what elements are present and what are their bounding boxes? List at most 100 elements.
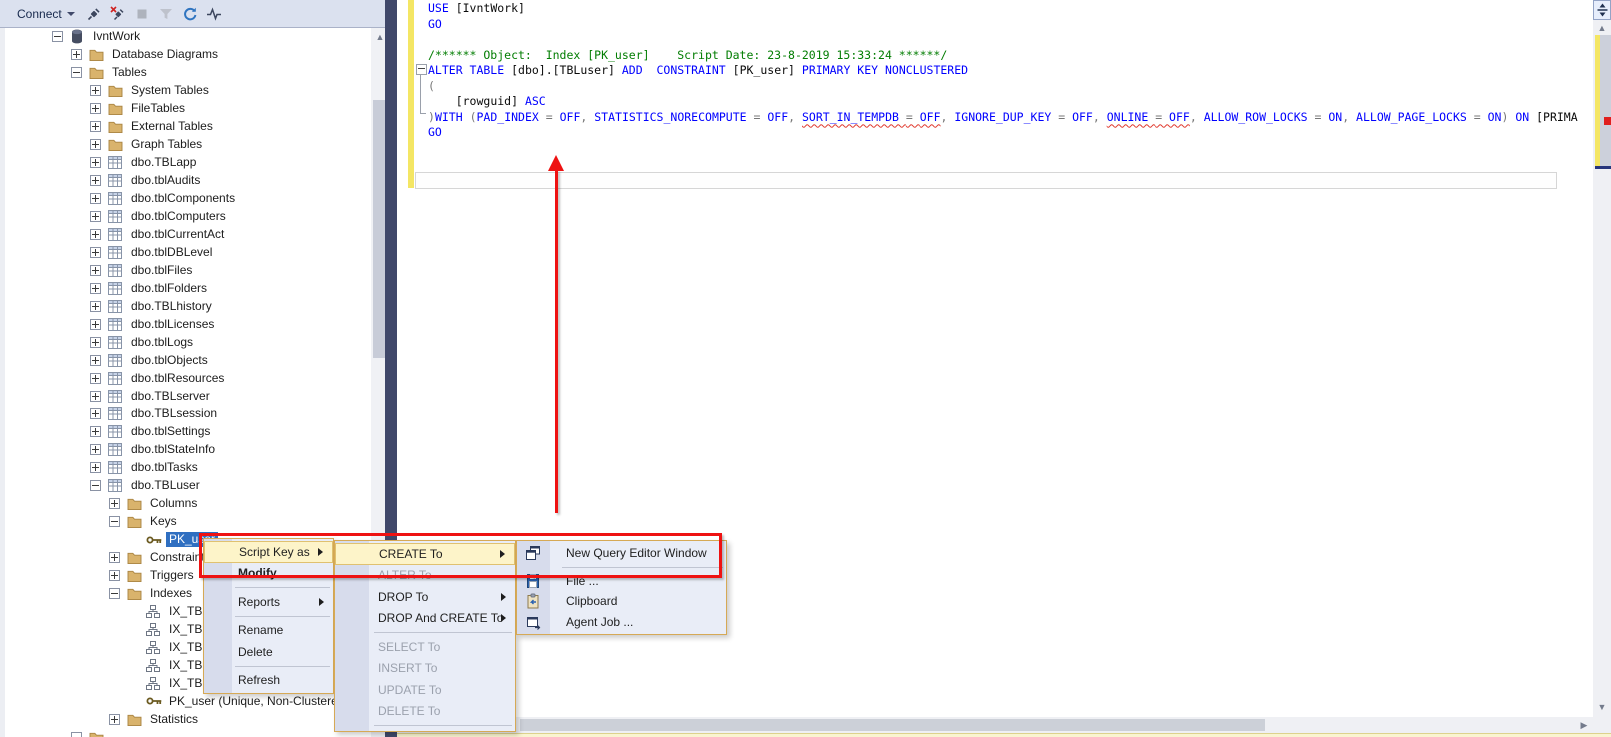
tree-item-dbo-tblcomputers[interactable]: dbo.tblComputers [5, 208, 371, 226]
tree-item-dbo-tblaudits[interactable]: dbo.tblAudits [5, 172, 371, 190]
tree-item-keys[interactable]: Keys [5, 513, 371, 531]
scroll-up-icon[interactable]: ▲ [1593, 21, 1611, 35]
tree-item-dbo-tblfolders[interactable]: dbo.tblFolders [5, 279, 371, 297]
ssms-window: Connect IvntWorkDatabase DiagramsTablesS… [0, 0, 1611, 737]
tree-item-external-tables[interactable]: External Tables [5, 118, 371, 136]
expander-plus-icon[interactable] [90, 355, 101, 366]
menu-item-delete[interactable]: Delete [204, 641, 333, 663]
scrollbar-caret-marker [1595, 166, 1611, 169]
scrollbar-thumb[interactable] [1600, 35, 1611, 168]
tree-item-dbo-tblserver[interactable]: dbo.TBLserver [5, 387, 371, 405]
editor-splitter-grip[interactable] [1593, 0, 1611, 20]
tree-item-dbo-tblresources[interactable]: dbo.tblResources [5, 369, 371, 387]
tree-item-graph-tables[interactable]: Graph Tables [5, 136, 371, 154]
expander-plus-icon[interactable] [90, 103, 101, 114]
expander-minus-icon[interactable] [71, 67, 82, 78]
tree-item-pk-user-unique-non-clustered[interactable]: PK_user (Unique, Non-Clustered) [5, 692, 371, 710]
expander-plus-icon[interactable] [90, 85, 101, 96]
expander-plus-icon[interactable] [90, 283, 101, 294]
expander-plus-icon[interactable] [90, 193, 101, 204]
tree-item-statistics[interactable]: Statistics [5, 710, 371, 728]
expander-plus-icon[interactable] [90, 319, 101, 330]
expander-plus-icon[interactable] [90, 139, 101, 150]
tree-item-filetables[interactable]: FileTables [5, 100, 371, 118]
tree-item-dbo-tblstateinfo[interactable]: dbo.tblStateInfo [5, 441, 371, 459]
tree-item-dbo-tblsettings[interactable]: dbo.tblSettings [5, 423, 371, 441]
scroll-down-icon[interactable]: ▼ [1593, 700, 1611, 714]
tree-item-dbo-tblfiles[interactable]: dbo.tblFiles [5, 261, 371, 279]
tree-item-dbo-tblcomponents[interactable]: dbo.tblComponents [5, 190, 371, 208]
activity-monitor-button[interactable] [203, 2, 226, 25]
connect-button[interactable]: Connect [10, 4, 82, 24]
clipboard-icon [525, 593, 543, 609]
menu-item-clipboard[interactable]: Clipboard [517, 591, 726, 612]
expander-plus-icon[interactable] [90, 211, 101, 222]
annotation-arrow [555, 170, 558, 513]
expander-plus-icon[interactable] [109, 570, 120, 581]
tree-item-ivntwork[interactable]: IvntWork [5, 28, 371, 46]
tree-item-label: FileTables [128, 101, 188, 116]
expander-plus-icon[interactable] [90, 301, 101, 312]
folder-icon [127, 551, 144, 564]
expander-plus-icon[interactable] [90, 426, 101, 437]
expander-minus-icon[interactable] [52, 31, 63, 42]
change-tracking-bar [408, 0, 414, 188]
expander-plus-icon[interactable] [90, 408, 101, 419]
connect-button[interactable] [83, 2, 106, 25]
menu-item-agent-job[interactable]: Agent Job ... [517, 612, 726, 633]
tree-item-database-diagrams[interactable]: Database Diagrams [5, 46, 371, 64]
expander-plus-icon[interactable] [90, 391, 101, 402]
filter-button [155, 2, 178, 25]
tree-item-columns[interactable]: Columns [5, 495, 371, 513]
expander-plus-icon[interactable] [90, 265, 101, 276]
tree-item-dbo-tbltasks[interactable]: dbo.tblTasks [5, 459, 371, 477]
tree-item-dbo-tbllogs[interactable]: dbo.tblLogs [5, 333, 371, 351]
editor-horizontal-scrollbar[interactable]: ▶ [397, 717, 1593, 733]
expander-plus-icon[interactable] [90, 247, 101, 258]
tree-item-dbo-tblhistory[interactable]: dbo.TBLhistory [5, 297, 371, 315]
scroll-right-icon[interactable]: ▶ [1577, 718, 1591, 732]
table-icon [108, 282, 125, 295]
expander-plus-icon[interactable] [90, 373, 101, 384]
stop-button [131, 2, 154, 25]
tree-item-dbo-tbldblevel[interactable]: dbo.tblDBLevel [5, 243, 371, 261]
menu-item-reports[interactable]: Reports [204, 591, 333, 613]
expander-plus-icon[interactable] [109, 498, 120, 509]
refresh-button[interactable] [179, 2, 202, 25]
editor-vertical-scrollbar[interactable]: ▲ ▼ [1593, 0, 1611, 737]
scrollbar-thumb[interactable] [520, 719, 1265, 731]
tree-item-dbo-tblobjects[interactable]: dbo.tblObjects [5, 351, 371, 369]
expander-plus-icon[interactable] [90, 157, 101, 168]
expander-minus-icon[interactable] [109, 516, 120, 527]
menu-item-refresh[interactable]: Refresh [204, 670, 333, 692]
tree-item-dbo-tbllicenses[interactable]: dbo.tblLicenses [5, 315, 371, 333]
expander-minus-icon[interactable] [109, 588, 120, 599]
tree-item-dbo-tblapp[interactable]: dbo.TBLapp [5, 154, 371, 172]
disconnect-button[interactable] [107, 2, 130, 25]
expander-minus-icon[interactable] [71, 732, 82, 737]
expander-plus-icon[interactable] [90, 121, 101, 132]
menu-item-drop-to[interactable]: DROP To [335, 586, 515, 608]
tree-item-dbo-tblcurrentact[interactable]: dbo.tblCurrentAct [5, 225, 371, 243]
folder-icon [127, 713, 144, 726]
tree-item-tables[interactable]: Tables [5, 64, 371, 82]
expander-plus-icon[interactable] [90, 229, 101, 240]
menu-item-label: SELECT To [378, 640, 440, 654]
sql-code[interactable]: USE [IvntWork]GO /****** Object: Index [… [428, 1, 1578, 141]
menu-item-label: DELETE To [378, 704, 440, 718]
expander-plus-icon[interactable] [109, 552, 120, 563]
tree-item-dbo-tbluser[interactable]: dbo.TBLuser [5, 477, 371, 495]
expander-plus-icon[interactable] [90, 337, 101, 348]
code-outline-collapse-icon[interactable] [416, 64, 427, 75]
tree-item-dbo-tblsession[interactable]: dbo.TBLsession [5, 405, 371, 423]
expander-plus-icon[interactable] [109, 714, 120, 725]
expander-plus-icon[interactable] [90, 444, 101, 455]
tree-item-blank[interactable] [5, 728, 371, 737]
expander-plus-icon[interactable] [90, 462, 101, 473]
menu-item-drop-and-create-to[interactable]: DROP And CREATE To [335, 608, 515, 630]
expander-minus-icon[interactable] [90, 480, 101, 491]
expander-plus-icon[interactable] [90, 175, 101, 186]
menu-item-rename[interactable]: Rename [204, 620, 333, 642]
tree-item-system-tables[interactable]: System Tables [5, 82, 371, 100]
expander-plus-icon[interactable] [71, 49, 82, 60]
